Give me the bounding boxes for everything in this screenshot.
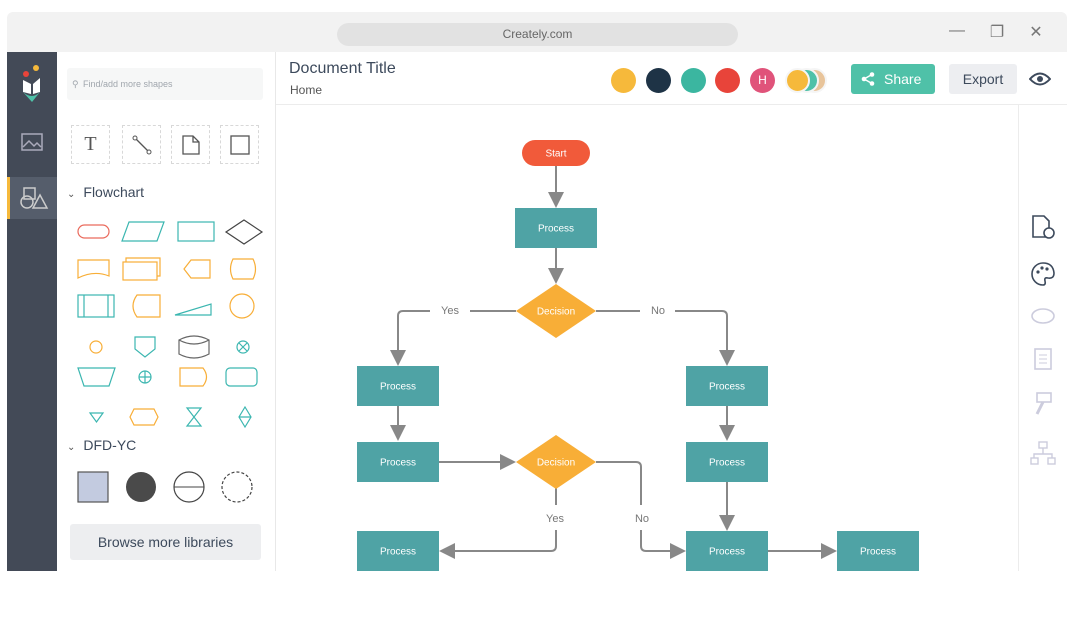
text-icon: T <box>84 133 97 155</box>
app-window: Creately.com — ❐ ✕ ⚲ Find/add more shapes… <box>7 12 1067 571</box>
url-bar[interactable]: Creately.com <box>337 23 738 46</box>
shape-library-panel: ⚲ Find/add more shapes T ⌄ Flowchart ⌄ DFD-… <box>57 52 276 571</box>
theme-palette-icon[interactable] <box>1029 260 1057 288</box>
edge-label-no: No <box>651 305 665 317</box>
edge <box>596 461 684 551</box>
rectangle-tool[interactable] <box>220 125 259 164</box>
node-label: Process <box>538 224 574 235</box>
avatar[interactable] <box>681 68 706 93</box>
avatar[interactable] <box>715 68 740 93</box>
node-label: Decision <box>537 458 575 469</box>
share-icon <box>861 72 875 86</box>
edge <box>441 488 557 551</box>
node-label: Process <box>860 547 896 558</box>
connector-tool[interactable] <box>122 125 161 164</box>
avatar[interactable] <box>611 68 636 93</box>
avatar[interactable] <box>785 68 810 93</box>
section-dfd-yc[interactable]: ⌄ DFD-YC <box>67 437 136 453</box>
breadcrumb[interactable]: Home <box>290 83 322 97</box>
node-label: Process <box>380 547 416 558</box>
edge-label-no: No <box>635 513 649 525</box>
comments-icon[interactable] <box>1029 303 1057 331</box>
edge-label-yes: Yes <box>441 305 459 317</box>
dfd-shapes[interactable] <box>57 467 276 507</box>
note-icon <box>181 134 200 155</box>
search-icon: ⚲ <box>72 79 79 89</box>
node-label: Decision <box>537 307 575 318</box>
edge <box>596 310 727 364</box>
left-rail <box>7 52 57 571</box>
rectangle-icon <box>229 134 250 155</box>
avatar[interactable]: H <box>750 68 775 93</box>
diagram-canvas[interactable]: Start Process Decision Process Process Proces… <box>276 105 1018 571</box>
export-button[interactable]: Export <box>949 64 1017 94</box>
text-tool[interactable]: T <box>71 125 110 164</box>
section-flowchart[interactable]: ⌄ Flowchart <box>67 184 144 200</box>
restore-icon[interactable]: ❐ <box>987 22 1007 42</box>
images-icon[interactable] <box>7 121 57 163</box>
preview-eye-icon[interactable] <box>1029 71 1051 87</box>
avatar[interactable] <box>646 68 671 93</box>
node-label: Process <box>709 382 745 393</box>
org-structure-icon[interactable] <box>1029 440 1057 468</box>
document-settings-icon[interactable] <box>1029 213 1057 241</box>
creately-logo <box>7 56 57 112</box>
node-label: Process <box>380 382 416 393</box>
node-label: Process <box>380 458 416 469</box>
chevron-down-icon: ⌄ <box>67 442 76 453</box>
notes-icon[interactable] <box>1029 345 1057 373</box>
node-label: Process <box>709 458 745 469</box>
connector-icon <box>132 135 151 154</box>
flowchart-diagram[interactable]: Start Process Decision Process Process Proces… <box>276 105 1018 571</box>
edge-label-yes: Yes <box>546 513 564 525</box>
right-toolbar <box>1018 105 1067 571</box>
flowchart-shapes[interactable] <box>57 212 276 432</box>
note-tool[interactable] <box>171 125 210 164</box>
document-header: Document Title Home H Share Export <box>276 52 1067 105</box>
node-label: Start <box>545 149 566 160</box>
minimize-icon[interactable]: — <box>947 22 967 40</box>
close-icon[interactable]: ✕ <box>1026 22 1046 42</box>
title-bar: Creately.com — ❐ ✕ <box>7 12 1067 52</box>
node-label: Process <box>709 547 745 558</box>
edge <box>398 310 516 364</box>
format-painter-icon[interactable] <box>1029 390 1057 418</box>
shapes-icon[interactable] <box>7 177 57 219</box>
share-button[interactable]: Share <box>851 64 935 94</box>
chevron-down-icon: ⌄ <box>67 189 76 200</box>
shape-search-input[interactable]: ⚲ Find/add more shapes <box>67 68 263 100</box>
browse-libraries-button[interactable]: Browse more libraries <box>70 524 261 560</box>
document-title[interactable]: Document Title <box>289 60 396 78</box>
